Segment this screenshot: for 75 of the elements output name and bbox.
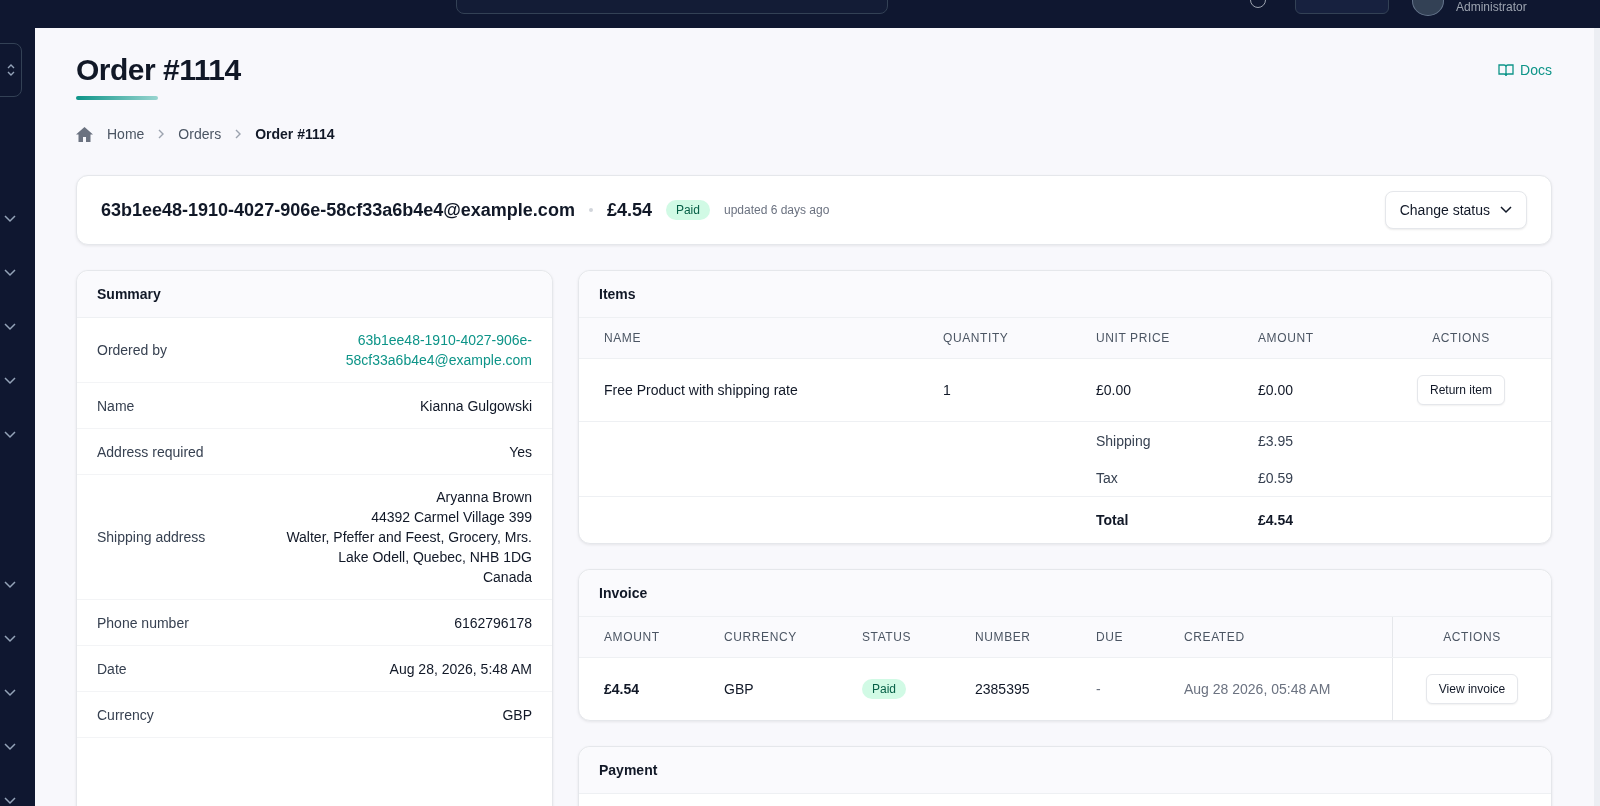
column-header: ACTIONS	[1431, 331, 1491, 345]
chevron-down-icon	[4, 581, 16, 589]
table-cell-text: -	[1096, 681, 1102, 697]
column-header: DUE	[1096, 630, 1125, 644]
field-label: Shipping address	[97, 529, 206, 545]
page-title: Order #1114	[76, 52, 241, 88]
breadcrumb-link[interactable]: Orders	[178, 126, 222, 142]
field-label: Phone number	[97, 614, 189, 631]
table-cell-text: £0.00	[1096, 382, 1133, 398]
field-label: Currency	[97, 706, 154, 723]
table-cell-text: £4.54	[604, 681, 641, 697]
column-header: CREATED	[1184, 630, 1246, 644]
total-label: Tax	[1096, 469, 1119, 486]
field-value: Aryanna Brown 44392 Carmel Village 399 Walter, Pfeffer and Feest, Grocery, Mrs. Lake Odell, Quebec, NHB 1DG Canada	[286, 488, 532, 587]
chevron-down-icon	[4, 743, 16, 751]
chevron-down-icon	[4, 377, 16, 385]
breadcrumb-link[interactable]: Home	[107, 126, 145, 142]
field-value: Aug 28, 2026, 5:48 AM	[389, 659, 532, 679]
chevron-down-icon	[4, 431, 16, 439]
chevron-down-icon	[1500, 206, 1512, 214]
chevron-right-icon	[235, 129, 242, 139]
table-cell-text: GBP	[724, 681, 755, 697]
return-item-button[interactable]: Return item	[1417, 375, 1505, 405]
column-header: UNIT PRICE	[1096, 331, 1171, 345]
chevron-down-icon	[4, 323, 16, 331]
column-header: QUANTITY	[943, 331, 1010, 345]
field-label: Ordered by	[97, 342, 168, 358]
total-value: £4.54	[1258, 512, 1295, 528]
table-cell-text: 1	[943, 382, 952, 398]
view-invoice-button[interactable]: View invoice	[1425, 674, 1519, 704]
table-cell-text: 2385395	[975, 681, 1031, 697]
total-value: £0.59	[1258, 469, 1295, 486]
home-icon	[76, 126, 93, 142]
chevron-down-icon	[4, 269, 16, 277]
field-label: Address required	[97, 443, 204, 460]
breadcrumb-link[interactable]: Order #1114	[255, 126, 335, 142]
chevron-down-icon	[4, 215, 16, 223]
column-header: ACTIONS	[1443, 630, 1501, 644]
table-cell-text: Aug 28 2026, 05:48 AM	[1184, 681, 1332, 697]
card-title: Payment	[579, 747, 1551, 794]
total-label: Total	[1096, 512, 1130, 528]
column-header: AMOUNT	[1258, 331, 1315, 345]
field-label: Name	[97, 397, 135, 414]
chevron-right-icon	[158, 129, 165, 139]
field-label: Date	[97, 660, 127, 677]
field-value: Yes	[509, 442, 532, 462]
field-value: GBP	[502, 705, 532, 725]
updown-chevron-icon	[7, 64, 15, 76]
customer-email-link[interactable]: 63b1ee48-1910-4027-906e- 58cf33a6b4e4@example.com	[345, 330, 532, 370]
chevron-down-icon	[4, 689, 16, 697]
column-header: CURRENCY	[724, 630, 798, 644]
card-title: Invoice	[579, 570, 1551, 617]
table-cell-text: £0.00	[1258, 382, 1295, 398]
change-status-button[interactable]: Change status	[1384, 191, 1527, 229]
field-value: Kianna Gulgowski	[419, 396, 532, 416]
column-header: NAME	[604, 331, 643, 345]
total-value: £3.95	[1258, 432, 1295, 449]
status-badge: Paid	[862, 679, 907, 699]
docs-link[interactable]: Docs	[1498, 62, 1552, 78]
column-header: NUMBER	[975, 630, 1032, 644]
book-icon	[1498, 63, 1515, 77]
customer-email: 63b1ee48-1910-4027-906e-58cf33a6b4e4@example.com	[101, 199, 575, 221]
field-value: 6162796178	[454, 613, 532, 633]
updated-text: updated 6 days ago	[723, 203, 830, 217]
column-header: STATUS	[862, 630, 913, 644]
status-badge: Paid	[665, 200, 710, 220]
user-role: Administrator	[1456, 0, 1527, 14]
column-header: AMOUNT	[604, 630, 661, 644]
order-amount: £4.54	[606, 199, 652, 221]
card-title: Items	[579, 271, 1551, 318]
chevron-down-icon	[4, 797, 16, 805]
total-label: Shipping	[1096, 432, 1152, 449]
table-cell-text: Free Product with shipping rate	[604, 382, 799, 398]
chevron-down-icon	[4, 635, 16, 643]
card-title: Summary	[77, 271, 552, 318]
